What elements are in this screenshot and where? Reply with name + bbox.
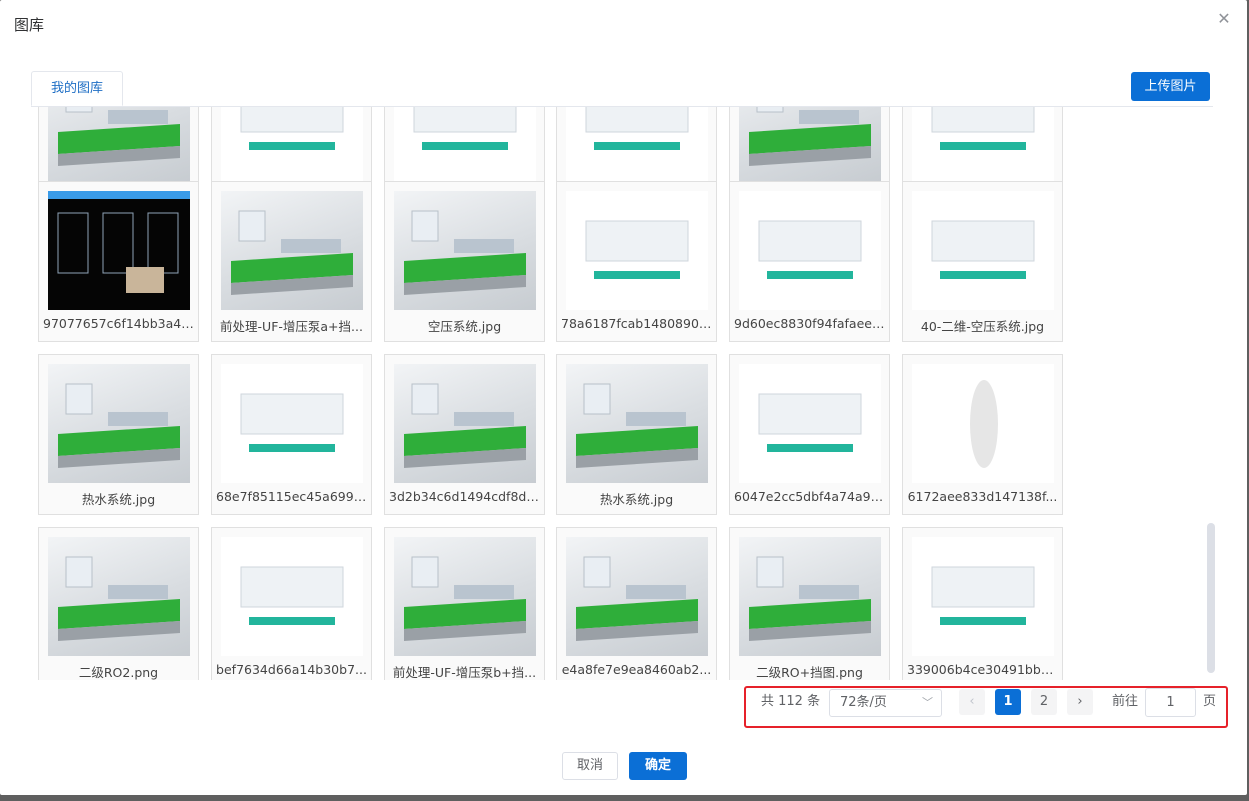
image-caption: 空压系统.jpg (427, 319, 502, 334)
image-caption: 68e7f85115ec45a699d... (216, 489, 367, 504)
image-thumbnail (394, 107, 536, 181)
cancel-button[interactable]: 取消 (562, 752, 618, 780)
image-caption: bef7634d66a14b30b7... (216, 662, 367, 677)
image-thumbnail (912, 364, 1054, 483)
image-thumbnail (394, 537, 536, 656)
image-grid: 95716eb7ac434448a1...05e27b89575c4ca3b9.… (38, 107, 1203, 680)
next-page-button[interactable]: › (1067, 689, 1093, 715)
image-caption: 97077657c6f14bb3a49... (43, 316, 194, 331)
image-thumbnail (48, 537, 190, 656)
image-thumbnail (394, 191, 536, 310)
gallery-card[interactable]: 热水系统.jpg (38, 354, 199, 515)
image-thumbnail (912, 537, 1054, 656)
gallery-card[interactable]: 6172aee833d147138f... (902, 354, 1063, 515)
gallery-card[interactable]: 40-二维-空压系统.jpg (902, 181, 1063, 342)
image-caption: 6047e2cc5dbf4a74a9d... (734, 489, 885, 504)
image-thumbnail (221, 107, 363, 181)
image-thumbnail (566, 191, 708, 310)
page-size-value: 72条/页 (840, 695, 887, 710)
gallery-card[interactable]: 97077657c6f14bb3a49... (38, 181, 199, 342)
gallery-card[interactable]: e4a8fe7e9ea8460ab2... (556, 527, 717, 680)
image-thumbnail (394, 364, 536, 483)
goto-page-input[interactable] (1145, 688, 1196, 717)
goto-unit: 页 (1203, 694, 1217, 709)
image-thumbnail (739, 191, 881, 310)
chevron-down-icon: ﹀ (922, 696, 933, 709)
image-caption: 热水系统.jpg (599, 492, 674, 507)
tab-my-gallery[interactable]: 我的图库 (31, 71, 124, 106)
image-thumbnail (739, 537, 881, 656)
prev-page-button[interactable]: ‹ (959, 689, 985, 715)
image-thumbnail (48, 364, 190, 483)
image-caption: 热水系统.jpg (81, 492, 156, 507)
gallery-card[interactable]: 空压系统.jpg (384, 181, 545, 342)
image-caption: 二级RO2.png (78, 665, 159, 680)
image-thumbnail (912, 107, 1054, 181)
image-caption: 40-二维-空压系统.jpg (920, 319, 1045, 334)
image-thumbnail (566, 107, 708, 181)
image-thumbnail (739, 364, 881, 483)
dialog-title: 图库 (14, 16, 45, 34)
gallery-card[interactable]: 热水系统.jpg (556, 354, 717, 515)
image-thumbnail (566, 364, 708, 483)
image-caption: e4a8fe7e9ea8460ab2... (561, 662, 712, 677)
image-caption: 6172aee833d147138f... (907, 489, 1058, 504)
image-thumbnail (566, 537, 708, 656)
image-thumbnail (739, 107, 881, 181)
image-caption: 9d60ec8830f94fafaeea... (734, 316, 885, 331)
gallery-card[interactable]: 二级RO2.png (38, 527, 199, 680)
page-2-button[interactable]: 2 (1031, 689, 1057, 715)
page-size-select[interactable]: 72条/页 ﹀ (829, 689, 942, 717)
image-thumbnail (48, 191, 190, 310)
image-thumbnail (221, 537, 363, 656)
image-thumbnail (221, 191, 363, 310)
image-caption: 前处理-UF-增压泵b+挡... (392, 665, 537, 680)
gallery-card[interactable]: 78a6187fcab14808900... (556, 181, 717, 342)
gallery-card[interactable]: 6047e2cc5dbf4a74a9d... (729, 354, 890, 515)
image-thumbnail (912, 191, 1054, 310)
pagination-total: 共 112 条 (761, 694, 821, 709)
gallery-card[interactable]: 339006b4ce30491bb0... (902, 527, 1063, 680)
image-caption: 前处理-UF-增压泵a+挡... (220, 319, 363, 334)
upload-image-button[interactable]: 上传图片 (1131, 72, 1210, 101)
gallery-card[interactable]: 前处理-UF-增压泵b+挡... (384, 527, 545, 680)
tabs-bar: 我的图库 (31, 71, 1213, 107)
gallery-card[interactable]: 前处理-UF-增压泵a+挡... (211, 181, 372, 342)
close-icon[interactable]: ✕ (1215, 10, 1233, 28)
image-caption: 3d2b34c6d1494cdf8d5... (389, 489, 540, 504)
image-caption: 339006b4ce30491bb0... (907, 662, 1058, 677)
confirm-button[interactable]: 确定 (629, 752, 687, 780)
image-caption: 78a6187fcab14808900... (561, 316, 712, 331)
gallery-scrollbar[interactable] (1207, 523, 1215, 673)
goto-label: 前往 (1112, 694, 1139, 709)
gallery-card[interactable]: 68e7f85115ec45a699d... (211, 354, 372, 515)
gallery-card[interactable]: 9d60ec8830f94fafaeea... (729, 181, 890, 342)
image-thumbnail (48, 107, 190, 181)
gallery-card[interactable]: bef7634d66a14b30b7... (211, 527, 372, 680)
gallery-card[interactable]: 3d2b34c6d1494cdf8d5... (384, 354, 545, 515)
gallery-card[interactable]: 二级RO+挡图.png (729, 527, 890, 680)
page-1-button[interactable]: 1 (995, 689, 1021, 715)
gallery-dialog: 图库 ✕ 我的图库 上传图片 95716eb7ac434448a1...05e2… (0, 0, 1247, 795)
image-caption: 二级RO+挡图.png (756, 665, 863, 680)
image-thumbnail (221, 364, 363, 483)
